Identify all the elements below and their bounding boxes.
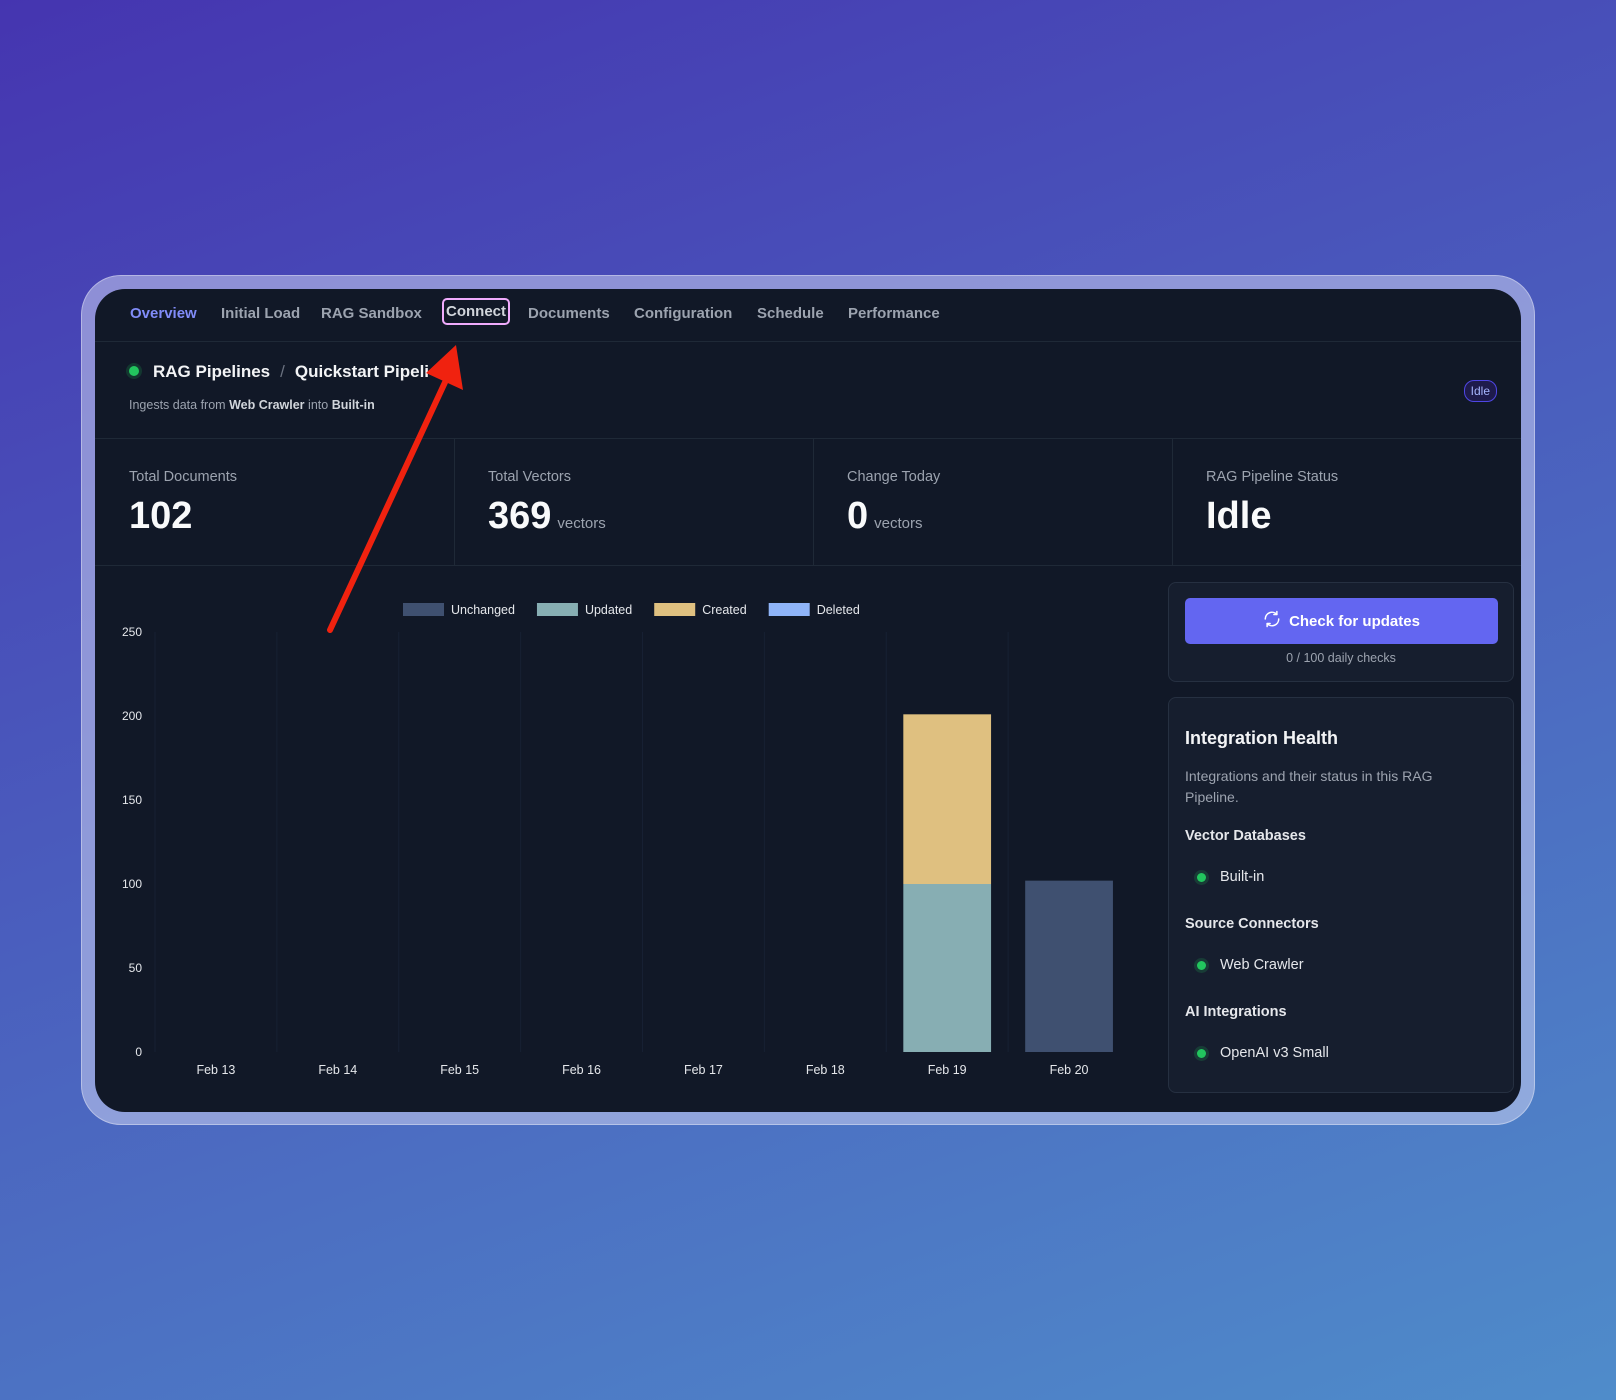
- breadcrumb-separator: /: [280, 362, 285, 381]
- stat-unit: vectors: [557, 515, 606, 532]
- x-tick-label: Feb 17: [684, 1063, 723, 1077]
- stats-row: Total Documents 102 Total Vectors 369 vec…: [95, 439, 1521, 566]
- integration-item-openai[interactable]: OpenAI v3 Small: [1197, 1045, 1329, 1061]
- x-tick-label: Feb 19: [928, 1063, 967, 1077]
- tab-performance[interactable]: Performance: [846, 303, 942, 324]
- legend-label: Updated: [585, 603, 632, 617]
- integration-health-description: Integrations and their status in this RA…: [1185, 768, 1433, 805]
- integration-item-label: Built-in: [1220, 869, 1265, 885]
- x-tick-label: Feb 20: [1050, 1063, 1089, 1077]
- legend-label: Unchanged: [451, 603, 515, 617]
- y-tick-label: 50: [129, 961, 143, 975]
- x-tick-label: Feb 15: [440, 1063, 479, 1077]
- y-tick-label: 250: [122, 625, 142, 639]
- legend-swatch-unchanged: [403, 603, 444, 616]
- tab-configuration[interactable]: Configuration: [632, 303, 734, 324]
- stat-pipeline-status: RAG Pipeline Status Idle: [1172, 439, 1521, 565]
- stat-total-vectors: Total Vectors 369 vectors: [454, 439, 814, 565]
- stat-change-today: Change Today 0 vectors: [813, 439, 1173, 565]
- stat-total-documents: Total Documents 102: [95, 439, 455, 565]
- section-source-connectors: Source Connectors: [1185, 916, 1319, 932]
- y-tick-label: 200: [122, 709, 142, 723]
- daily-checks-count: 0 / 100 daily checks: [1286, 651, 1396, 665]
- check-updates-button[interactable]: Check for updates: [1185, 598, 1498, 644]
- y-tick-label: 100: [122, 877, 142, 891]
- stat-label: RAG Pipeline Status: [1206, 469, 1339, 485]
- y-tick-label: 0: [135, 1045, 142, 1059]
- bar-segment-created: [903, 714, 992, 884]
- tab-connect[interactable]: Connect: [442, 298, 510, 325]
- tab-schedule[interactable]: Schedule: [755, 303, 826, 324]
- tab-documents[interactable]: Documents: [526, 303, 612, 324]
- stat-value: 102: [129, 495, 192, 538]
- status-dot: [1197, 872, 1206, 882]
- breadcrumb-root[interactable]: RAG Pipelines: [153, 362, 270, 381]
- status-dot: [1197, 1048, 1206, 1058]
- chart-svg: 0 50 100 150 200 250 Feb 13 Feb 14 Feb 15 Feb 16 F…: [122, 603, 1113, 1077]
- stat-number: Idle: [1206, 495, 1272, 537]
- breadcrumb-current: Quickstart Pipeli: [294, 362, 430, 381]
- y-tick-label: 150: [122, 793, 142, 807]
- stat-label: Change Today: [847, 469, 941, 485]
- legend-swatch-deleted: [768, 603, 810, 616]
- stat-value: 0 vectors: [847, 495, 923, 538]
- stat-unit: vectors: [874, 515, 923, 532]
- breadcrumb: RAG Pipelines / Quickstart Pipeli: [129, 362, 429, 382]
- documents-chart: 0 50 100 150 200 250 Feb 13 Feb 14 Feb 15 Feb 16 F…: [95, 566, 1155, 1112]
- stat-value: 369 vectors: [488, 495, 606, 538]
- desc-middle: into: [308, 398, 329, 412]
- desc-source: Web Crawler: [229, 398, 305, 412]
- x-tick-label: Feb 14: [318, 1063, 357, 1077]
- x-tick-label: Feb 18: [806, 1063, 845, 1077]
- desc-target: Built-in: [331, 398, 375, 412]
- legend-label: Created: [702, 603, 747, 617]
- tab-overview[interactable]: Overview: [128, 303, 199, 324]
- legend-label: Deleted: [817, 603, 860, 617]
- legend-swatch-created: [654, 603, 696, 616]
- tab-bar: Overview Initial Load RAG Sandbox Connec…: [95, 289, 1521, 342]
- legend-swatch-updated: [536, 603, 578, 616]
- refresh-icon: [1263, 610, 1281, 632]
- section-ai-integrations: AI Integrations: [1185, 1004, 1287, 1020]
- pipeline-header: RAG Pipelines / Quickstart Pipeli Ingests …: [95, 342, 1521, 439]
- app-window: Overview Initial Load RAG Sandbox Connec…: [95, 289, 1521, 1112]
- stat-value: Idle: [1206, 495, 1271, 538]
- desc-prefix: Ingests data from: [129, 398, 226, 412]
- pipeline-description: Ingests data from Web Crawler into Built…: [129, 398, 375, 412]
- section-vector-databases: Vector Databases: [1185, 828, 1306, 844]
- stat-label: Total Documents: [129, 469, 237, 485]
- integration-health-title: Integration Health: [1185, 728, 1339, 748]
- tab-rag-sandbox[interactable]: RAG Sandbox: [319, 303, 424, 324]
- tab-initial-load[interactable]: Initial Load: [219, 303, 302, 324]
- integration-item-label: OpenAI v3 Small: [1220, 1045, 1329, 1061]
- stat-label: Total Vectors: [488, 469, 572, 485]
- updates-card: Check for updates 0 / 100 daily checks: [1168, 582, 1514, 682]
- integration-item-label: Web Crawler: [1220, 957, 1304, 973]
- integration-health-card: Integration Health Integrations and thei…: [1168, 697, 1514, 1093]
- bar-segment-updated: [903, 884, 992, 1052]
- stat-number: 369: [488, 495, 552, 537]
- stat-number: 102: [129, 495, 193, 537]
- check-updates-label: Check for updates: [1289, 612, 1420, 630]
- x-tick-label: Feb 13: [196, 1063, 235, 1077]
- status-dot: [129, 366, 139, 376]
- bar-segment-unchanged: [1025, 880, 1113, 1052]
- integration-item-built-in[interactable]: Built-in: [1197, 869, 1264, 885]
- status-badge: Idle: [1463, 380, 1497, 402]
- status-dot: [1197, 960, 1206, 970]
- x-tick-label: Feb 16: [562, 1063, 601, 1077]
- integration-item-web-crawler[interactable]: Web Crawler: [1197, 957, 1304, 973]
- stat-number: 0: [847, 495, 869, 537]
